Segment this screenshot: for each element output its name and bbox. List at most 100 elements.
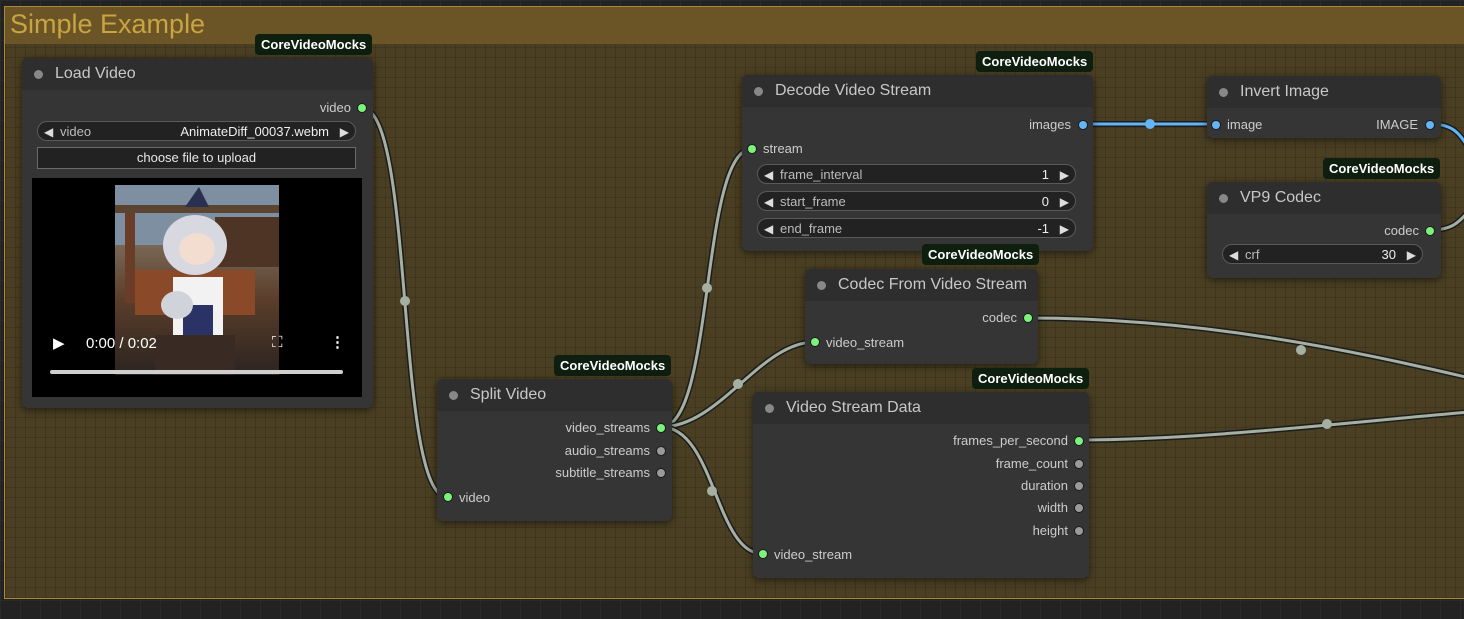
node-title: Decode Video Stream <box>775 82 932 99</box>
node-title: Split Video <box>470 386 547 403</box>
output-port-width[interactable] <box>1075 504 1083 512</box>
output-port-audio-streams[interactable] <box>657 447 665 455</box>
arrow-right-icon[interactable]: ▶ <box>1060 192 1069 212</box>
widget-name: crf <box>1245 247 1260 262</box>
output-label-subtitle-streams: subtitle_streams <box>555 465 650 480</box>
arrow-right-icon[interactable]: ▶ <box>340 122 349 142</box>
link-midpoint <box>1322 419 1332 429</box>
output-port-images[interactable] <box>1079 121 1087 129</box>
arrow-right-icon[interactable]: ▶ <box>1060 165 1069 185</box>
widget-name: end_frame <box>780 221 843 236</box>
collapse-dot-icon[interactable] <box>1219 88 1228 97</box>
play-icon[interactable]: ▶ <box>53 334 65 352</box>
arrow-left-icon[interactable]: ◀ <box>1229 245 1238 265</box>
output-port-codec[interactable] <box>1426 227 1434 235</box>
arrow-right-icon[interactable]: ▶ <box>1060 219 1069 239</box>
output-label-duration: duration <box>1021 478 1068 493</box>
link-codec-out <box>1025 315 1464 380</box>
input-port-video-stream[interactable] <box>759 550 767 558</box>
node-badge: CoreVideoMocks <box>976 51 1094 72</box>
node-title-bar[interactable]: Split Video <box>437 379 672 411</box>
node-badge: CoreVideoMocks <box>554 355 672 376</box>
input-port-stream[interactable] <box>748 145 756 153</box>
output-port-height[interactable] <box>1075 527 1083 535</box>
widget-value: -1 <box>1037 221 1049 236</box>
node-title: VP9 Codec <box>1240 189 1321 206</box>
link-midpoint <box>707 486 717 496</box>
upload-button[interactable]: choose file to upload <box>37 147 356 169</box>
arrow-left-icon[interactable]: ◀ <box>764 192 773 212</box>
collapse-dot-icon[interactable] <box>449 391 458 400</box>
output-label-height: height <box>1032 523 1068 538</box>
output-port-video[interactable] <box>358 104 366 112</box>
node-title: Load Video <box>55 65 136 82</box>
fullscreen-icon[interactable]: ⛶ <box>272 334 283 351</box>
output-label-image: IMAGE <box>1376 117 1418 132</box>
output-label-width: width <box>1037 500 1068 515</box>
collapse-dot-icon[interactable] <box>817 281 826 290</box>
input-label-video: video <box>459 490 491 505</box>
node-title-bar[interactable]: Decode Video Stream <box>742 75 1093 107</box>
arrow-left-icon[interactable]: ◀ <box>764 165 773 185</box>
output-label-images: images <box>1029 117 1071 132</box>
link-midpoint <box>733 379 743 389</box>
output-port-video-streams[interactable] <box>657 424 665 432</box>
node-badge: CoreVideoMocks <box>922 244 1040 265</box>
node-title-bar[interactable]: Codec From Video Stream <box>805 269 1038 301</box>
arrow-left-icon[interactable]: ◀ <box>44 122 53 142</box>
output-label-codec: codec <box>982 310 1017 325</box>
output-label-audio-streams: audio_streams <box>564 443 650 458</box>
node-title-bar[interactable]: Video Stream Data <box>753 392 1089 424</box>
number-widget-end-frame[interactable]: ◀ end_frame -1 ▶ <box>757 218 1076 238</box>
collapse-dot-icon[interactable] <box>1219 194 1228 203</box>
collapse-dot-icon[interactable] <box>765 404 774 413</box>
output-port-frame-count[interactable] <box>1075 460 1083 468</box>
node-badge: CoreVideoMocks <box>972 368 1090 389</box>
node-title-bar[interactable]: Load Video <box>22 58 373 90</box>
number-widget-frame-interval[interactable]: ◀ frame_interval 1 ▶ <box>757 164 1076 184</box>
link-midpoint <box>1145 119 1155 129</box>
arrow-left-icon[interactable]: ◀ <box>764 219 773 239</box>
arrow-right-icon[interactable]: ▶ <box>1407 245 1416 265</box>
input-port-video[interactable] <box>444 493 452 501</box>
output-port-codec[interactable] <box>1024 314 1032 322</box>
node-title: Video Stream Data <box>786 399 921 416</box>
widget-value: AnimateDiff_00037.webm <box>180 124 329 139</box>
output-label-codec: codec <box>1384 223 1419 238</box>
output-label-video: video <box>319 100 351 115</box>
more-options-icon[interactable]: ⋮ <box>330 333 345 351</box>
input-label-video-stream: video_stream <box>774 547 853 562</box>
widget-value: 1 <box>1041 167 1049 182</box>
video-preview[interactable] <box>32 178 362 397</box>
output-port-image[interactable] <box>1426 121 1434 129</box>
widget-name: video <box>60 124 92 139</box>
collapse-dot-icon[interactable] <box>34 70 43 79</box>
number-widget-start-frame[interactable]: ◀ start_frame 0 ▶ <box>757 191 1076 211</box>
node-badge: CoreVideoMocks <box>1323 158 1441 179</box>
output-port-subtitle-streams[interactable] <box>657 469 665 477</box>
input-port-video-stream[interactable] <box>811 338 819 346</box>
number-widget-crf[interactable]: ◀ crf 30 ▶ <box>1222 244 1423 264</box>
collapse-dot-icon[interactable] <box>754 87 763 96</box>
link-midpoint <box>1296 345 1306 355</box>
input-label-stream: stream <box>763 141 803 156</box>
output-port-duration[interactable] <box>1075 482 1083 490</box>
link-midpoint <box>702 283 712 293</box>
input-label-video-stream: video_stream <box>826 335 905 350</box>
node-title: Invert Image <box>1240 83 1329 100</box>
video-progress-bar[interactable] <box>50 370 343 374</box>
node-title-bar[interactable]: VP9 Codec <box>1207 182 1441 214</box>
combo-widget-video[interactable]: ◀ video AnimateDiff_00037.webm ▶ <box>37 121 356 141</box>
widget-name: frame_interval <box>780 167 863 182</box>
output-label-frame-count: frame_count <box>995 456 1068 471</box>
input-port-image[interactable] <box>1212 121 1220 129</box>
output-port-frames-per-second[interactable] <box>1075 437 1083 445</box>
node-title: Codec From Video Stream <box>838 276 1028 293</box>
video-time: 0:00 / 0:02 <box>86 335 157 352</box>
widget-value: 30 <box>1381 247 1396 262</box>
node-title-bar[interactable]: Invert Image <box>1207 76 1441 108</box>
link-codec-out-inner <box>1026 316 1464 379</box>
link-midpoint <box>400 296 410 306</box>
widget-name: start_frame <box>780 194 846 209</box>
widget-value: 0 <box>1041 194 1049 209</box>
